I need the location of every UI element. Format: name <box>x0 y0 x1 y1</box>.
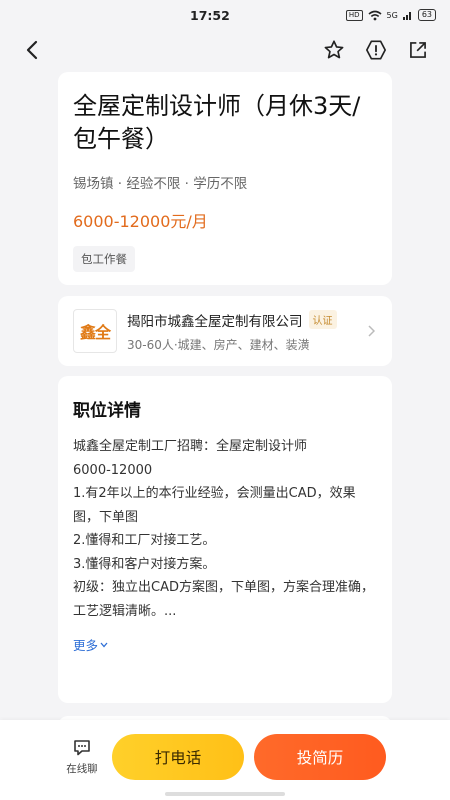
job-detail-card: 职位详情 城鑫全屋定制工厂招聘：全屋定制设计师 6000-12000 1.有2年… <box>58 376 392 703</box>
company-name: 揭阳市城鑫全屋定制有限公司 <box>127 313 303 330</box>
company-meta: 30-60人·城建、房产、建材、装潢 <box>127 337 310 352</box>
detail-line: 3.懂得和客户对接方案。 <box>73 556 216 572</box>
chat-label: 在线聊 <box>66 762 98 775</box>
report-button[interactable] <box>360 34 392 66</box>
detail-line: 6000-12000 <box>73 462 153 478</box>
chevron-right-icon <box>367 325 375 337</box>
job-summary-card: 全屋定制设计师（月休3天/包午餐） 锡场镇 · 经验不限 · 学历不限 6000… <box>58 72 392 285</box>
detail-line: 1.有2年以上的本行业经验，会测量出CAD，效果图，下单图 <box>73 486 356 525</box>
apply-button[interactable]: 投简历 <box>254 734 386 780</box>
share-icon <box>410 42 426 58</box>
battery-indicator: 63 <box>417 9 436 21</box>
chevron-left-icon <box>26 40 38 60</box>
share-button[interactable] <box>402 34 434 66</box>
company-name-row: 揭阳市城鑫全屋定制有限公司 认证 <box>127 310 365 330</box>
signal-label: 5G <box>386 10 398 20</box>
more-label: 更多 <box>73 638 99 653</box>
call-button[interactable]: 打电话 <box>112 734 244 780</box>
benefit-tag: 包工作餐 <box>73 246 135 272</box>
status-time: 17:52 <box>190 7 230 23</box>
company-logo: 鑫全 <box>73 309 117 353</box>
status-bar: 17:52 HD 5G 63 <box>0 0 450 30</box>
wifi-icon <box>368 10 382 20</box>
hd-badge: HD <box>345 9 363 21</box>
company-card[interactable]: 鑫全 揭阳市城鑫全屋定制有限公司 认证 30-60人·城建、房产、建材、装潢 <box>58 296 392 366</box>
signal-icon <box>402 12 411 20</box>
chevron-down-icon <box>100 642 108 647</box>
company-logo-text: 鑫全 <box>79 323 111 342</box>
detail-line: 初级：独立出CAD方案图，下单图，方案合理准确，工艺逻辑清晰。... <box>73 580 374 619</box>
warning-icon <box>366 40 386 60</box>
detail-title: 职位详情 <box>73 401 141 421</box>
company-chevron <box>365 325 377 337</box>
more-link[interactable]: 更多 <box>73 635 108 654</box>
company-info: 揭阳市城鑫全屋定制有限公司 认证 30-60人·城建、房产、建材、装潢 <box>127 310 365 353</box>
verified-badge: 认证 <box>308 310 337 329</box>
detail-text: 城鑫全屋定制工厂招聘：全屋定制设计师 6000-12000 1.有2年以上的本行… <box>73 435 377 623</box>
job-title: 全屋定制设计师（月休3天/包午餐） <box>73 92 361 153</box>
star-icon <box>324 40 344 59</box>
detail-line: 2.懂得和工厂对接工艺。 <box>73 533 216 548</box>
gesture-bar <box>165 792 285 796</box>
job-requirements: 锡场镇 · 经验不限 · 学历不限 <box>73 176 248 192</box>
nav-bar <box>0 30 450 70</box>
detail-line: 城鑫全屋定制工厂招聘：全屋定制设计师 <box>73 439 308 454</box>
chat-icon <box>74 739 90 755</box>
back-button[interactable] <box>16 34 48 66</box>
bottom-action-bar: 在线聊 打电话 投简历 <box>0 720 450 800</box>
online-chat-button[interactable]: 在线聊 <box>62 739 102 776</box>
status-icons: HD 5G 63 <box>345 9 436 21</box>
favorite-button[interactable] <box>318 34 350 66</box>
job-salary: 6000-12000元/月 <box>73 212 208 231</box>
